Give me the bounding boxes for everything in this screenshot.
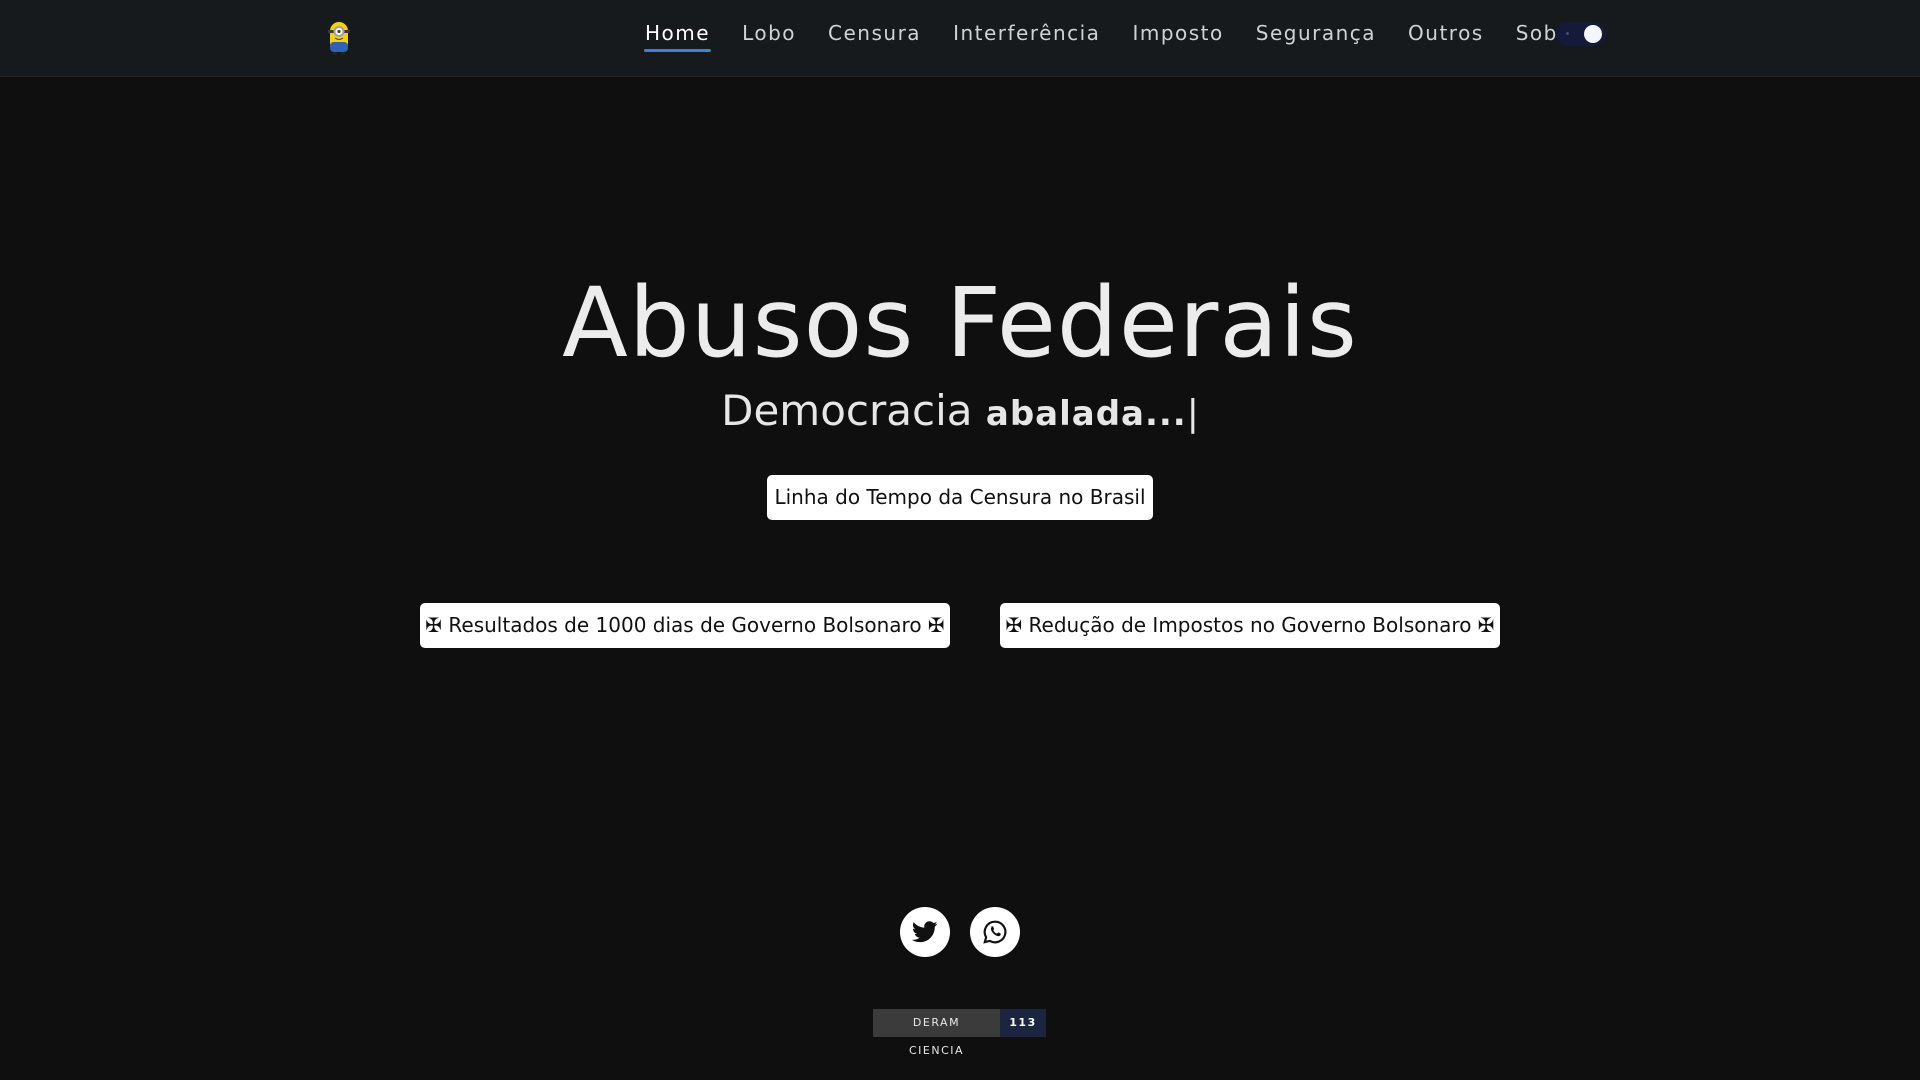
minion-logo-icon[interactable] xyxy=(326,20,352,56)
nav-item-censura[interactable]: Censura xyxy=(823,0,926,76)
bolsonaro-results-button[interactable]: ✠ Resultados de 1000 dias de Governo Bol… xyxy=(420,603,950,648)
censorship-timeline-button[interactable]: Linha do Tempo da Censura no Brasil xyxy=(767,475,1153,520)
badge-label: DERAM CIENCIA xyxy=(873,1009,1000,1057)
moon-icon xyxy=(1566,32,1569,35)
page-title: Abusos Federais xyxy=(562,267,1358,379)
typing-cursor: | xyxy=(1186,393,1199,434)
whatsapp-button[interactable] xyxy=(970,907,1020,957)
badge-count: 113 xyxy=(1000,1009,1046,1037)
nav-item-interferencia[interactable]: Interferência xyxy=(948,0,1105,76)
nav-item-outros[interactable]: Outros xyxy=(1403,0,1489,76)
whatsapp-icon xyxy=(983,920,1007,944)
subtitle-static-text: Democracia xyxy=(721,386,973,435)
tax-reduction-button[interactable]: ✠ Redução de Impostos no Governo Bolsona… xyxy=(1000,603,1500,648)
visitor-counter-badge: DERAM CIENCIA 113 xyxy=(873,1009,1046,1057)
twitter-button[interactable] xyxy=(900,907,950,957)
nav-item-lobo[interactable]: Lobo xyxy=(737,0,801,76)
main-nav: Home Lobo Censura Interferência Imposto … xyxy=(640,0,1608,76)
hero-subtitle: Democracia abalada...| xyxy=(0,386,1920,439)
twitter-icon xyxy=(912,921,938,943)
toggle-knob xyxy=(1584,25,1602,43)
theme-toggle[interactable] xyxy=(1556,22,1606,46)
nav-item-imposto[interactable]: Imposto xyxy=(1127,0,1228,76)
subtitle-typed-text: abalada... xyxy=(985,394,1187,434)
nav-item-seguranca[interactable]: Segurança xyxy=(1251,0,1381,76)
nav-item-home[interactable]: Home xyxy=(640,0,715,76)
navbar: Home Lobo Censura Interferência Imposto … xyxy=(0,0,1920,77)
